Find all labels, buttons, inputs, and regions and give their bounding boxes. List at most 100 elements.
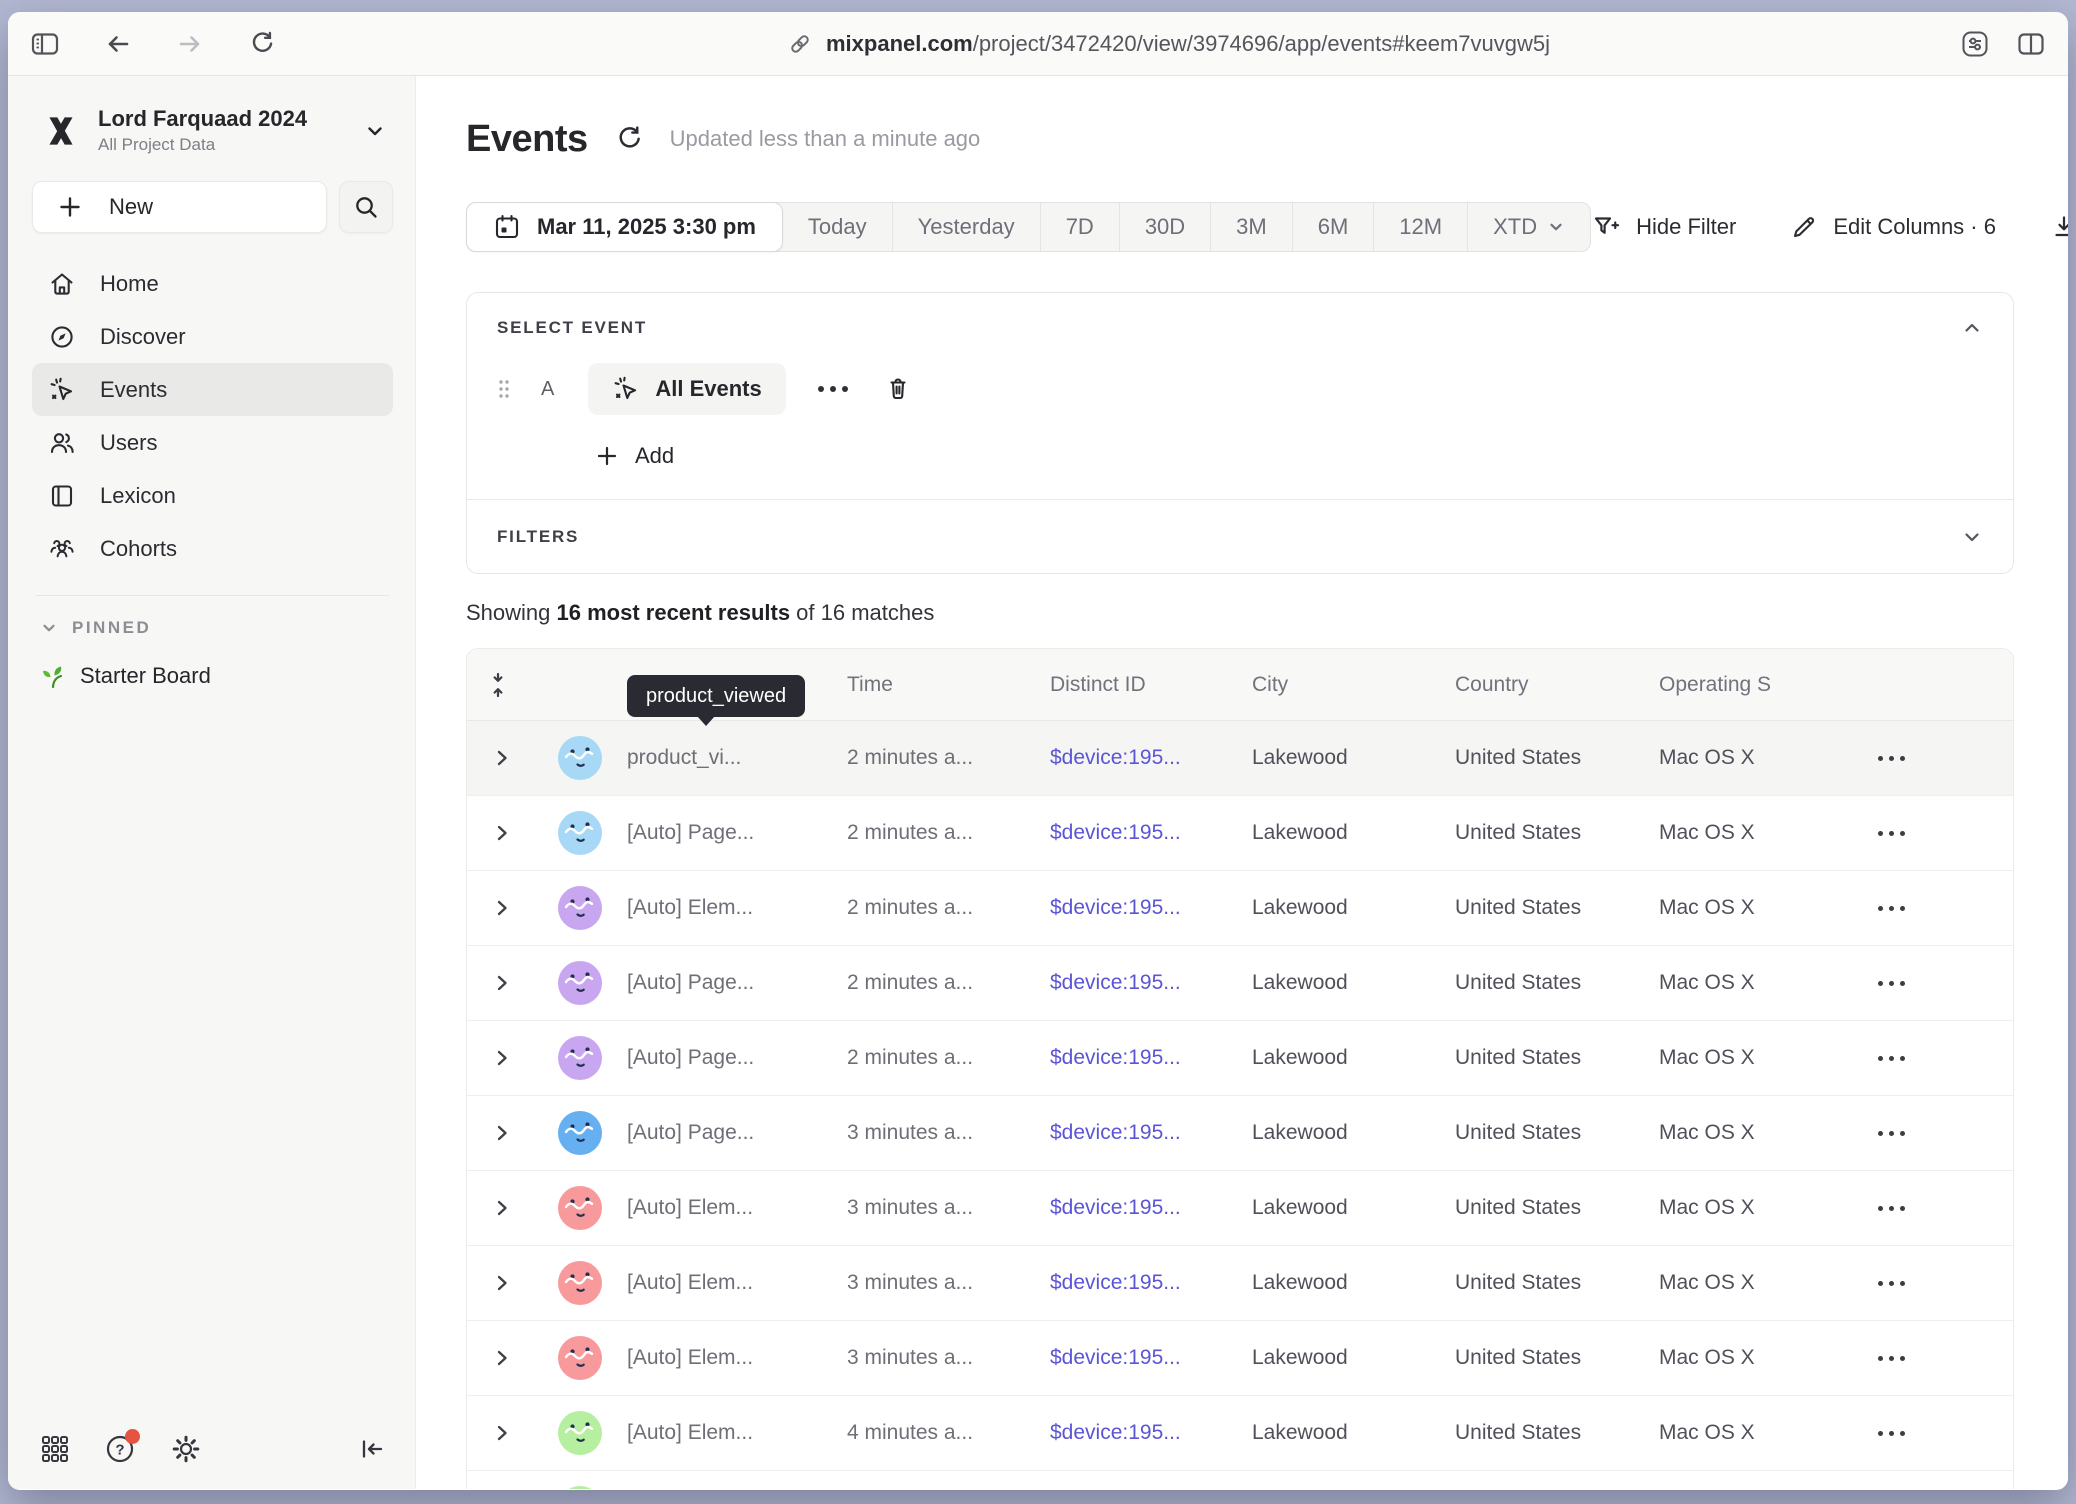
- country-value: United States: [1455, 1196, 1581, 1219]
- search-button[interactable]: [339, 181, 393, 233]
- distinct-id-link[interactable]: $device:195...: [1050, 1121, 1181, 1144]
- table-row[interactable]: [Auto] Page... 2 minutes a... $device:19…: [467, 1021, 2013, 1096]
- table-row[interactable]: [Auto] Page... 2 minutes a... $device:19…: [467, 796, 2013, 871]
- distinct-id-link[interactable]: $device:195...: [1050, 1421, 1181, 1444]
- edit-columns-button[interactable]: Edit Columns · 6: [1790, 213, 1996, 241]
- range-30d[interactable]: 30D: [1119, 203, 1210, 251]
- drag-handle-icon[interactable]: [497, 378, 511, 400]
- row-expand-chevron-icon[interactable]: [491, 1047, 513, 1069]
- chevron-up-icon[interactable]: [1961, 317, 1983, 339]
- export-button[interactable]: Export: [2050, 213, 2068, 241]
- column-header-city[interactable]: City: [1252, 673, 1455, 697]
- url-path: /project/3472420/view/3974696/app/events…: [973, 31, 1550, 56]
- table-row[interactable]: product_vi... 2 minutes a... $device:195…: [467, 721, 2013, 796]
- row-actions-button[interactable]: [1878, 1281, 1905, 1286]
- table-row[interactable]: [Auto] Elem... 3 minutes a... $device:19…: [467, 1321, 2013, 1396]
- range-6m[interactable]: 6M: [1292, 203, 1374, 251]
- row-expand-chevron-icon[interactable]: [491, 1347, 513, 1369]
- help-button[interactable]: ?: [104, 1433, 136, 1465]
- row-actions-button[interactable]: [1878, 1056, 1905, 1061]
- range-today[interactable]: Today: [783, 203, 892, 251]
- updated-status: Updated less than a minute ago: [670, 126, 981, 152]
- column-header-country[interactable]: Country: [1455, 673, 1659, 697]
- row-expand-chevron-icon[interactable]: [491, 747, 513, 769]
- row-actions-button[interactable]: [1878, 831, 1905, 836]
- table-row[interactable]: [Auto] Elem... 2 minutes a... $device:19…: [467, 871, 2013, 946]
- distinct-id-link[interactable]: $device:195...: [1050, 821, 1181, 844]
- download-icon: [2050, 213, 2068, 241]
- project-name: Lord Farquaad 2024: [98, 106, 347, 132]
- table-row[interactable]: [Auto] Elem... 4 minutes a... $device:19…: [467, 1396, 2013, 1471]
- row-actions-button[interactable]: [1878, 756, 1905, 761]
- new-button[interactable]: New: [32, 181, 327, 233]
- row-actions-button[interactable]: [1878, 1431, 1905, 1436]
- address-bar[interactable]: mixpanel.com/project/3472420/view/397469…: [410, 30, 1926, 58]
- distinct-id-link[interactable]: $device:195...: [1050, 896, 1181, 919]
- split-view-icon[interactable]: [2016, 30, 2046, 58]
- table-row[interactable]: [Auto] Page... 3 minutes a... $device:19…: [467, 1096, 2013, 1171]
- row-expand-chevron-icon[interactable]: [491, 1197, 513, 1219]
- distinct-id-link[interactable]: $device:195...: [1050, 746, 1181, 769]
- sidebar-item-cohorts[interactable]: Cohorts: [32, 522, 393, 575]
- sidebar-item-events[interactable]: Events: [32, 363, 393, 416]
- row-expand-chevron-icon[interactable]: [491, 1422, 513, 1444]
- table-row[interactable]: [467, 1471, 2013, 1489]
- table-row[interactable]: [Auto] Elem... 3 minutes a... $device:19…: [467, 1171, 2013, 1246]
- table-row[interactable]: [Auto] Page... 2 minutes a... $device:19…: [467, 946, 2013, 1021]
- collapse-sidebar-button[interactable]: [357, 1434, 387, 1464]
- pinned-item-starter-board[interactable]: Starter Board: [32, 652, 393, 700]
- filters-section-header[interactable]: FILTERS: [467, 500, 2013, 573]
- column-header-distinct-id[interactable]: Distinct ID: [1050, 673, 1252, 697]
- browser-sidebar-toggle-icon[interactable]: [30, 30, 60, 58]
- distinct-id-link[interactable]: $device:195...: [1050, 971, 1181, 994]
- sidebar-item-lexicon[interactable]: Lexicon: [32, 469, 393, 522]
- pencil-icon: [1790, 213, 1818, 241]
- trash-icon[interactable]: [884, 375, 912, 403]
- back-icon[interactable]: [104, 30, 132, 58]
- row-expand-chevron-icon[interactable]: [491, 822, 513, 844]
- svg-text:?: ?: [115, 1442, 124, 1459]
- forward-icon[interactable]: [176, 30, 204, 58]
- column-header-time[interactable]: Time: [847, 673, 1050, 697]
- event-time: 3 minutes a...: [847, 1121, 973, 1144]
- range-3m[interactable]: 3M: [1210, 203, 1292, 251]
- refresh-icon[interactable]: [614, 124, 644, 154]
- hide-filter-button[interactable]: Hide Filter: [1591, 212, 1736, 242]
- distinct-id-link[interactable]: $device:195...: [1050, 1196, 1181, 1219]
- sidebar-item-home[interactable]: Home: [32, 257, 393, 310]
- sidebar-item-users[interactable]: Users: [32, 416, 393, 469]
- range-xtd[interactable]: XTD: [1467, 203, 1590, 251]
- project-switcher[interactable]: Lord Farquaad 2024 All Project Data: [32, 102, 393, 155]
- distinct-id-link[interactable]: $device:195...: [1050, 1046, 1181, 1069]
- sidebar-item-label: Lexicon: [100, 483, 176, 509]
- range-12m[interactable]: 12M: [1373, 203, 1467, 251]
- settings-gear-button[interactable]: [170, 1433, 202, 1465]
- sidebar-item-discover[interactable]: Discover: [32, 310, 393, 363]
- add-button-label: Add: [635, 443, 674, 469]
- row-expand-chevron-icon[interactable]: [491, 1122, 513, 1144]
- add-event-button[interactable]: Add: [595, 443, 1983, 469]
- date-picker-button[interactable]: Mar 11, 2025 3:30 pm: [466, 202, 783, 252]
- row-actions-button[interactable]: [1878, 1206, 1905, 1211]
- row-expand-chevron-icon[interactable]: [491, 1272, 513, 1294]
- clause-more-button[interactable]: [818, 386, 848, 392]
- sidebar-item-label: Home: [100, 271, 159, 297]
- collapse-rows-icon[interactable]: [485, 671, 511, 699]
- table-row[interactable]: [Auto] Elem... 3 minutes a... $device:19…: [467, 1246, 2013, 1321]
- event-select-pill[interactable]: All Events: [588, 363, 785, 415]
- row-actions-button[interactable]: [1878, 1356, 1905, 1361]
- row-expand-chevron-icon[interactable]: [491, 972, 513, 994]
- pinned-section-header[interactable]: PINNED: [32, 616, 393, 640]
- row-actions-button[interactable]: [1878, 906, 1905, 911]
- distinct-id-link[interactable]: $device:195...: [1050, 1346, 1181, 1369]
- apps-grid-button[interactable]: [40, 1434, 70, 1464]
- row-expand-chevron-icon[interactable]: [491, 897, 513, 919]
- row-actions-button[interactable]: [1878, 1131, 1905, 1136]
- reload-icon[interactable]: [248, 30, 276, 58]
- range-7d[interactable]: 7D: [1040, 203, 1119, 251]
- range-yesterday[interactable]: Yesterday: [892, 203, 1040, 251]
- page-settings-icon[interactable]: [1960, 29, 1990, 59]
- row-actions-button[interactable]: [1878, 981, 1905, 986]
- column-header-os[interactable]: Operating S: [1659, 673, 1862, 697]
- distinct-id-link[interactable]: $device:195...: [1050, 1271, 1181, 1294]
